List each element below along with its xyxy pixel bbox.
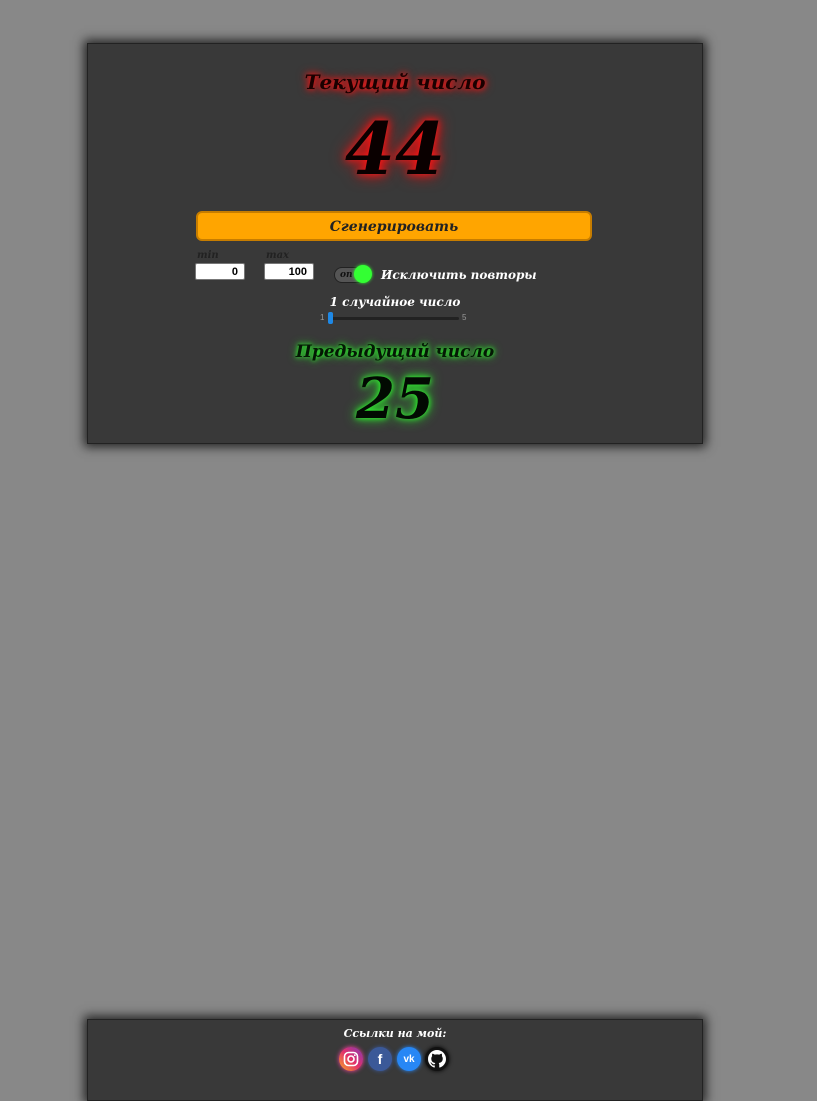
- min-label: min: [197, 250, 219, 261]
- toggle-knob: [354, 265, 372, 283]
- max-input[interactable]: [264, 263, 314, 280]
- previous-number-title: Предыдущий число: [295, 342, 495, 362]
- current-number-value: 44: [344, 106, 446, 191]
- current-number-title: Текущий число: [304, 70, 486, 94]
- min-input[interactable]: [195, 263, 245, 280]
- max-label: max: [266, 250, 290, 261]
- facebook-glyph: f: [377, 1051, 383, 1067]
- count-slider-thumb[interactable]: [328, 312, 333, 324]
- generator-panel: Текущий число 44 Сгенерировать min max o…: [87, 43, 703, 444]
- previous-number-value: 25: [356, 366, 434, 432]
- exclude-repeats-label: Исключить повторы: [381, 268, 537, 282]
- instagram-icon[interactable]: [339, 1047, 363, 1071]
- toggle-on-text: on: [340, 270, 353, 280]
- vk-glyph: vk: [403, 1053, 415, 1065]
- footer-panel: Ссылки на мой: f vk: [87, 1019, 703, 1101]
- github-icon[interactable]: [425, 1047, 449, 1071]
- facebook-icon[interactable]: f: [368, 1047, 392, 1071]
- vk-icon[interactable]: vk: [397, 1047, 421, 1071]
- generate-button[interactable]: Сгенерировать: [196, 211, 592, 241]
- count-slider-track[interactable]: [328, 317, 459, 320]
- count-range-max: 5: [462, 313, 467, 322]
- links-title: Ссылки на мой:: [343, 1027, 447, 1040]
- count-label: 1 случайное число: [329, 295, 461, 309]
- count-range-min: 1: [320, 313, 325, 322]
- exclude-repeats-toggle[interactable]: on: [334, 265, 372, 283]
